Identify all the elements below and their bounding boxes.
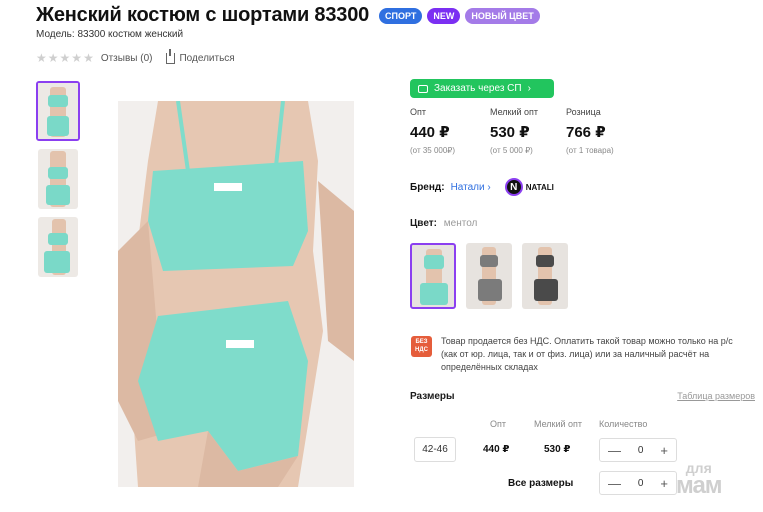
brand-label: Бренд:: [410, 181, 445, 193]
title-row: Женский костюм с шортами 83300 СПОРТ NEW…: [36, 4, 540, 27]
plus-icon[interactable]: +: [660, 443, 668, 458]
badge-new[interactable]: NEW: [427, 7, 461, 24]
quantity-stepper[interactable]: — 0 +: [599, 438, 677, 462]
price-note: (от 1 товара): [566, 146, 614, 155]
all-sizes-quantity[interactable]: 0: [638, 478, 644, 489]
minus-icon[interactable]: —: [608, 476, 621, 491]
reviews-link[interactable]: Отзывы (0): [101, 53, 153, 64]
price-small-opt: Мелкий опт 530 ₽ (от 5 000 ₽): [490, 107, 538, 155]
star-icon: ★: [59, 51, 71, 65]
color-swatch-grey[interactable]: [466, 243, 512, 309]
price-label: Розница: [566, 107, 601, 117]
product-model: Модель: 83300 костюм женский: [36, 29, 184, 40]
minus-icon[interactable]: —: [608, 443, 621, 458]
brand-row: Бренд: Натали › N NATALI: [410, 178, 554, 196]
price-label: Опт: [410, 107, 426, 117]
badge-sport[interactable]: СПОРТ: [379, 7, 423, 24]
price-value: 766 ₽: [566, 124, 606, 141]
share-icon: [166, 48, 176, 64]
color-value: ментол: [443, 218, 478, 229]
thumbnail-image: [38, 83, 78, 139]
header-opt: Опт: [490, 419, 506, 429]
quantity-value[interactable]: 0: [638, 445, 644, 456]
price-label: Мелкий опт: [490, 107, 539, 117]
order-button-label: Заказать через СП: [434, 83, 522, 94]
all-sizes-label: Все размеры: [508, 478, 574, 489]
color-swatch-mint[interactable]: [410, 243, 456, 309]
plus-icon[interactable]: +: [660, 476, 668, 491]
price-note: (от 5 000 ₽): [490, 146, 533, 155]
sizes-title: Размеры: [410, 391, 455, 402]
badge-new-color[interactable]: НОВЫЙ ЦВЕТ: [465, 7, 540, 24]
share-label: Поделиться: [179, 52, 235, 64]
color-row: Цвет: ментол: [410, 218, 477, 229]
size-chip[interactable]: 42-46: [414, 437, 456, 462]
price-value: 440 ₽: [410, 124, 450, 141]
all-sizes-stepper[interactable]: — 0 +: [599, 471, 677, 495]
star-icon: ★: [47, 51, 59, 65]
price-note: (от 35 000₽): [410, 146, 456, 155]
star-icon: ★: [36, 51, 47, 65]
product-title: Женский костюм с шортами 83300: [36, 4, 370, 26]
color-label: Цвет:: [410, 218, 437, 229]
size-table-link[interactable]: Таблица размеров: [677, 391, 755, 401]
brand-name: Натали: [450, 181, 485, 193]
cart-icon: [418, 84, 428, 93]
color-swatch-dark[interactable]: [522, 243, 568, 309]
product-photo: [118, 101, 354, 487]
rating-row: ★ ★ ★ ★ ★ Отзывы (0) Поделиться: [36, 48, 235, 65]
price-retail: Розница 766 ₽ (от 1 товара): [566, 107, 614, 155]
thumbnail-image: [38, 149, 78, 209]
no-vat-text: Товар продается без НДС. Оплатить такой …: [441, 336, 733, 372]
header-small-opt: Мелкий опт: [534, 419, 583, 429]
thumbnail-image: [38, 217, 78, 277]
header-quantity: Количество: [599, 419, 648, 429]
star-icon: ★: [83, 51, 94, 65]
share-button[interactable]: Поделиться: [166, 48, 235, 64]
watermark-bottom: мам: [676, 472, 723, 499]
size-row-opt-price: 440 ₽: [483, 444, 510, 455]
brand-link[interactable]: Натали ›: [451, 182, 491, 193]
thumbnail-1[interactable]: [36, 81, 80, 141]
brand-logo[interactable]: N NATALI: [504, 178, 554, 196]
thumbnail-3[interactable]: [38, 217, 78, 277]
star-icon: ★: [71, 51, 83, 65]
size-row-small-opt-price: 530 ₽: [544, 444, 571, 455]
thumbnail-2[interactable]: [38, 149, 78, 209]
brand-logo-icon: N: [504, 178, 523, 196]
chevron-right-icon: ›: [527, 83, 531, 94]
watermark-logo: для мам: [676, 459, 723, 499]
brand-logo-text: NATALI: [525, 182, 554, 192]
no-vat-icon: БЕЗ НДС: [411, 336, 432, 357]
price-opt: Опт 440 ₽ (от 35 000₽): [410, 107, 455, 155]
order-via-sp-button[interactable]: Заказать через СП ›: [410, 79, 554, 98]
main-product-image[interactable]: [118, 101, 354, 487]
price-value: 530 ₽: [490, 124, 530, 141]
